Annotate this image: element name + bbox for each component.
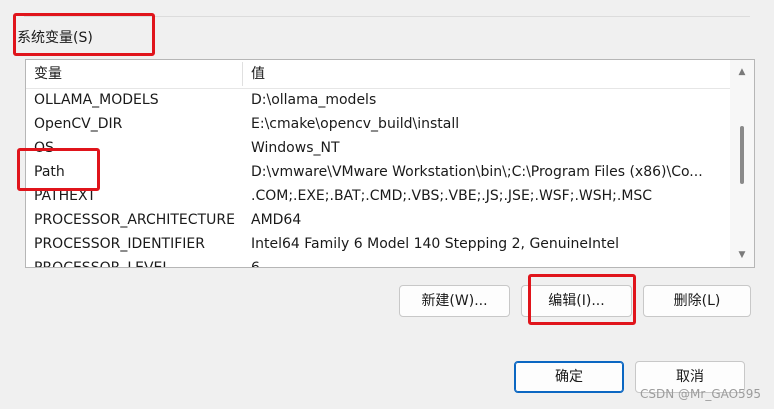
column-header-value[interactable]: 值 [251,60,265,88]
variable-name: PROCESSOR_ARCHITECTURE [34,212,235,228]
variable-value: AMD64 [251,212,302,228]
new-button[interactable]: 新建(W)... [399,285,510,317]
variable-value: D:\vmware\VMware Workstation\bin\;C:\Pro… [251,164,703,180]
list-rows: OLLAMA_MODELS D:\ollama_models OpenCV_DI… [26,88,731,268]
list-header: 变量 值 [26,60,731,89]
variable-name: PROCESSOR_IDENTIFIER [34,236,205,252]
table-row[interactable]: PROCESSOR_IDENTIFIER Intel64 Family 6 Mo… [26,232,731,256]
vertical-scrollbar[interactable]: ▲ ▼ [730,60,754,267]
table-row[interactable]: PATHEXT .COM;.EXE;.BAT;.CMD;.VBS;.VBE;.J… [26,184,731,208]
table-row[interactable]: OpenCV_DIR E:\cmake\opencv_build\install [26,112,731,136]
variable-name: OLLAMA_MODELS [34,92,159,108]
table-row[interactable]: PROCESSOR_ARCHITECTURE AMD64 [26,208,731,232]
variable-value: Windows_NT [251,140,340,156]
system-variables-label: 系统变量(S) [17,30,93,46]
table-row[interactable]: OS Windows_NT [26,136,731,160]
variable-value: .COM;.EXE;.BAT;.CMD;.VBS;.VBE;.JS;.JSE;.… [251,188,653,204]
column-divider[interactable] [242,62,243,86]
table-row[interactable]: OLLAMA_MODELS D:\ollama_models [26,88,731,112]
top-divider [24,16,750,17]
column-header-variable[interactable]: 变量 [34,60,62,88]
scroll-up-icon[interactable]: ▲ [730,62,754,82]
variable-value: Intel64 Family 6 Model 140 Stepping 2, G… [251,236,620,252]
variable-name: Path [34,164,65,180]
watermark: CSDN @Mr_GAO595 [640,387,761,401]
variable-value: D:\ollama_models [251,92,377,108]
variable-value: E:\cmake\opencv_build\install [251,116,460,132]
table-row[interactable]: PROCESSOR_LEVEL 6 [26,256,731,268]
edit-button[interactable]: 编辑(I)... [521,285,632,317]
delete-button[interactable]: 删除(L) [643,285,751,317]
scrollbar-thumb[interactable] [740,126,744,184]
variable-name: OS [34,140,54,156]
variable-name: PATHEXT [34,188,96,204]
table-row[interactable]: Path D:\vmware\VMware Workstation\bin\;C… [26,160,731,184]
system-variables-list[interactable]: 变量 值 OLLAMA_MODELS D:\ollama_models Open… [25,59,755,268]
variable-value: 6 [251,260,260,268]
variable-name: OpenCV_DIR [34,116,123,132]
ok-button[interactable]: 确定 [514,361,624,393]
scroll-down-icon[interactable]: ▼ [730,245,754,265]
variable-name: PROCESSOR_LEVEL [34,260,171,268]
